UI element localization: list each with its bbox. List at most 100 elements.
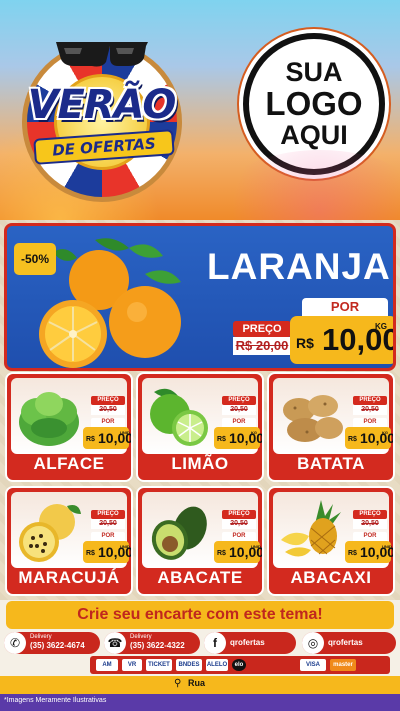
- currency: R$: [217, 436, 226, 443]
- delivery-label: Delivery: [130, 634, 152, 640]
- payment-methods: AM VR TICKET BNDES ALELO elo VISA master: [90, 656, 390, 674]
- price-box: R$ 10,00 UNID.: [83, 427, 131, 449]
- por-label: POR: [222, 532, 256, 541]
- disclaimer: *Imagens Meramente Ilustrativas: [4, 697, 107, 704]
- product-card-maracuja: PREÇO 20,50 POR R$ 10,00 UNID. MARACUJÁ: [5, 486, 133, 596]
- product-name: MARACUJÁ: [18, 568, 120, 587]
- por-label: POR: [353, 418, 387, 427]
- delivery-label: Delivery: [30, 634, 52, 640]
- elo-icon: elo: [232, 659, 246, 671]
- payment-card-icon: TICKET: [146, 659, 172, 671]
- price-box: R$ 10,00 KG: [214, 427, 262, 449]
- product-card-abacate: PREÇO 20,50 POR R$ 10,00 UNID. ABACATE: [136, 486, 264, 596]
- phone-contact[interactable]: ☎ Delivery (35) 3622-4322: [104, 632, 200, 654]
- instagram-icon: ◎: [302, 632, 324, 654]
- product-card-alface: PREÇO 20,50 POR R$ 10,00 UNID. ALFACE: [5, 372, 133, 482]
- payment-card-icon: AM: [96, 659, 118, 671]
- potato-image: [283, 395, 343, 442]
- preco-label: PREÇO: [91, 510, 125, 519]
- product-name: ABACAXI: [290, 568, 372, 587]
- currency: R$: [86, 436, 95, 443]
- facebook-handle: qrofertas: [230, 638, 265, 647]
- location-pin-icon: ⚲: [174, 678, 182, 689]
- product-card-abacaxi: PREÇO 20,50 POR R$ 10,00 UNID. ABACAXI: [267, 486, 395, 596]
- price-unit: KG: [375, 322, 387, 331]
- logo-line-3: AQUI: [280, 120, 348, 151]
- price-box: R$ 10,00 KG: [290, 316, 393, 364]
- old-price: 20,50: [222, 405, 256, 415]
- currency: R$: [296, 335, 314, 351]
- old-price: R$ 20,00: [233, 337, 291, 355]
- old-price: 20,50: [353, 519, 387, 529]
- price-value: 10,00: [360, 430, 395, 446]
- price-box: R$ 10,00 UNID.: [214, 541, 262, 563]
- address-text: Rua: [188, 678, 206, 688]
- preco-label: PREÇO: [91, 396, 125, 405]
- instagram-contact[interactable]: ◎ qrofertas: [302, 632, 396, 654]
- price-box: R$ 10,00 KG: [345, 427, 393, 449]
- currency: R$: [86, 550, 95, 557]
- logo-line-1: SUA: [285, 57, 343, 88]
- featured-product-name: LARANJA: [207, 246, 391, 287]
- preco-label: PREÇO: [353, 510, 387, 519]
- price-unit: KG: [251, 430, 257, 435]
- product-name: ALFACE: [33, 454, 105, 473]
- currency: R$: [348, 436, 357, 443]
- price-box: R$ 10,00 UNID.: [345, 541, 393, 563]
- offers-section: -50% LARANJA POR PREÇO R$ 20,00 R$ 10,00…: [0, 220, 400, 600]
- payment-card-icon: VR: [122, 659, 142, 671]
- verao-de-ofertas-badge: VERÃO DE OFERTAS: [14, 30, 189, 202]
- product-name: LIMÃO: [171, 454, 229, 473]
- bottom-strip: *Imagens Meramente Ilustrativas: [0, 694, 400, 711]
- contacts-bar: ✆ Delivery (35) 3622-4674 ☎ Delivery (35…: [0, 630, 400, 654]
- avocado-image: [151, 506, 207, 560]
- whatsapp-contact[interactable]: ✆ Delivery (35) 3622-4674: [4, 632, 100, 654]
- por-label: POR: [353, 532, 387, 541]
- por-label: POR: [91, 418, 125, 427]
- price-box: R$ 10,00 UNID.: [83, 541, 131, 563]
- preco-label: PREÇO: [222, 510, 256, 519]
- currency: R$: [217, 550, 226, 557]
- product-card-batata: PREÇO 20,50 POR R$ 10,00 KG BATATA: [267, 372, 395, 482]
- featured-offer: -50% LARANJA POR PREÇO R$ 20,00 R$ 10,00…: [4, 223, 396, 371]
- old-price: 20,50: [91, 405, 125, 415]
- discount-badge: -50%: [14, 243, 56, 275]
- lettuce-image: [19, 392, 79, 446]
- old-price: 20,50: [91, 519, 125, 529]
- product-name: ABACATE: [157, 568, 243, 587]
- logo-placeholder: SUA LOGO AQUI: [243, 33, 385, 175]
- logo-line-2: LOGO: [265, 84, 363, 122]
- por-label: POR: [222, 418, 256, 427]
- payment-card-icon: BNDES: [176, 659, 202, 671]
- whatsapp-icon: ✆: [4, 632, 26, 654]
- price-unit: KG: [382, 430, 388, 435]
- price-unit: UNID.: [382, 544, 393, 549]
- mastercard-icon: master: [330, 659, 356, 671]
- price-unit: UNID.: [120, 430, 131, 435]
- preco-label: PREÇO: [222, 396, 256, 405]
- address-bar: ⚲ Rua: [0, 676, 400, 694]
- price-value: 10,00: [229, 430, 264, 446]
- visa-icon: VISA: [300, 659, 326, 671]
- sunglasses-icon: [56, 42, 148, 67]
- preco-label: PREÇO: [233, 321, 291, 337]
- old-price: 20,50: [353, 405, 387, 415]
- preco-label: PREÇO: [353, 396, 387, 405]
- passion-fruit-image: [19, 504, 81, 562]
- cta-banner[interactable]: Crie seu encarte com este tema!: [6, 601, 394, 629]
- orange-image: [39, 238, 181, 368]
- whatsapp-number: (35) 3622-4674: [30, 641, 85, 650]
- price-unit: UNID.: [120, 544, 131, 549]
- facebook-icon: f: [204, 632, 226, 654]
- payment-card-icon: ALELO: [206, 659, 228, 671]
- pineapple-image: [281, 500, 341, 557]
- phone-number: (35) 3622-4322: [130, 641, 185, 650]
- product-card-limao: PREÇO 20,50 POR R$ 10,00 KG LIMÃO: [136, 372, 264, 482]
- facebook-contact[interactable]: f qrofertas: [204, 632, 296, 654]
- product-name: BATATA: [297, 454, 365, 473]
- instagram-handle: qrofertas: [328, 638, 363, 647]
- header-banner: VERÃO DE OFERTAS SUA LOGO AQUI: [0, 0, 400, 220]
- por-label: POR: [302, 298, 388, 316]
- phone-icon: ☎: [104, 632, 126, 654]
- badge-title: VERÃO: [27, 82, 177, 128]
